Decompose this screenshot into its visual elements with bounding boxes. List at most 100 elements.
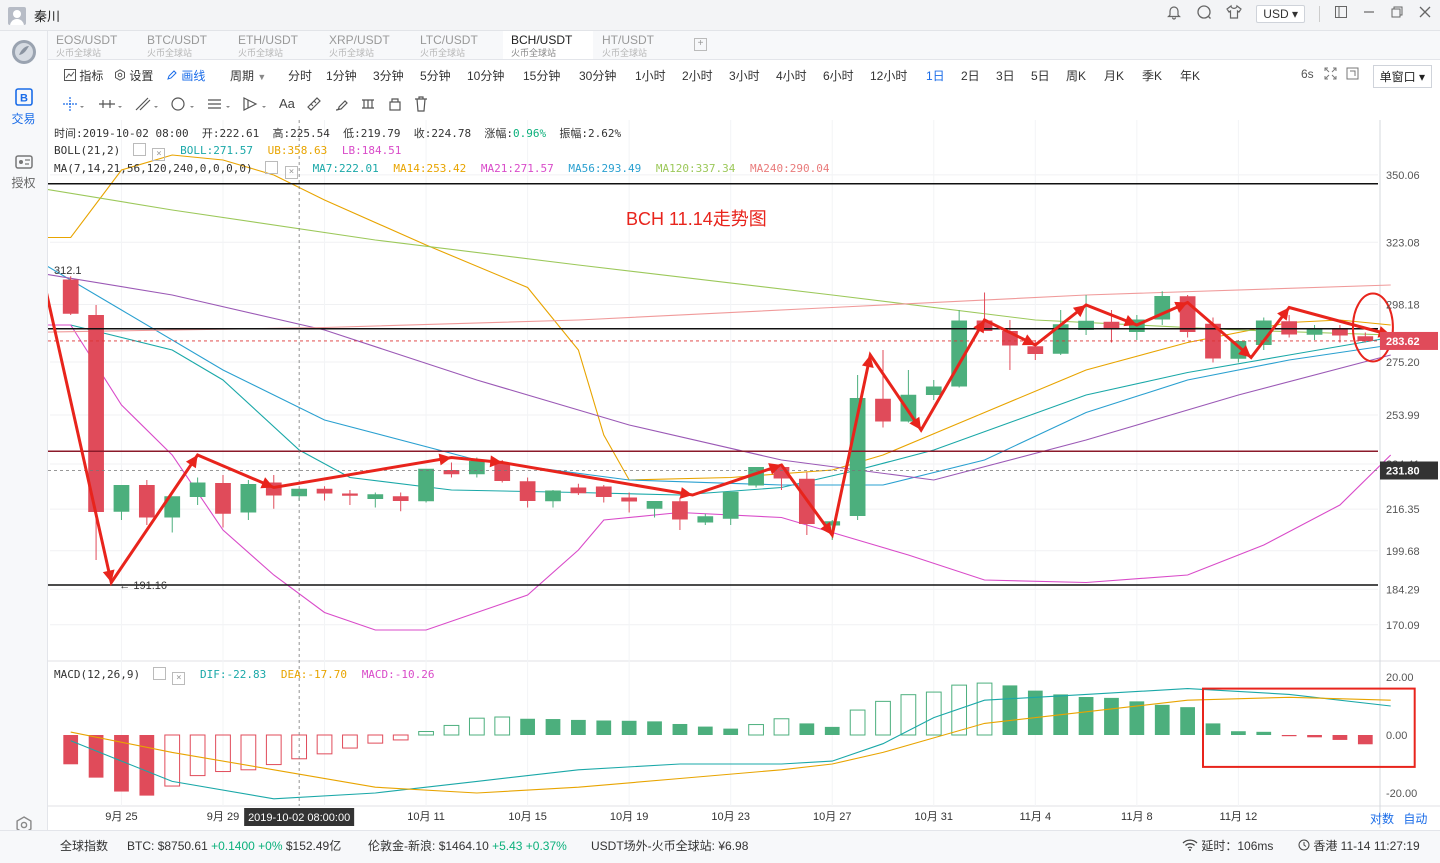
macd-bar xyxy=(951,684,968,736)
settings-button[interactable]: 设置 xyxy=(114,67,153,84)
wifi-icon xyxy=(1182,839,1198,851)
indicator-button[interactable]: 指标 xyxy=(64,67,103,84)
gold-ticker[interactable]: 伦敦金-新浪: $1464.10 +5.43 +0.37% xyxy=(368,837,567,854)
avatar[interactable] xyxy=(8,6,26,25)
period-option[interactable]: 周K xyxy=(1066,67,1086,84)
period-option[interactable]: 3小时 xyxy=(729,67,760,84)
horizontal-line-icon[interactable] xyxy=(98,96,124,115)
skin-icon[interactable] xyxy=(1226,4,1243,24)
text-tool[interactable]: Aa xyxy=(279,96,295,111)
boll-lb-value: LB:184.51 xyxy=(341,144,402,157)
period-option[interactable]: 年K xyxy=(1180,67,1200,84)
period-option[interactable]: 30分钟 xyxy=(579,67,616,84)
minimize-icon[interactable] xyxy=(1362,5,1376,23)
candle-body xyxy=(316,488,333,494)
add-tab-button[interactable]: + xyxy=(694,38,707,51)
server-time: 香港 11-14 11:27:19 xyxy=(1298,837,1420,854)
close-value: 224.78 xyxy=(431,127,472,140)
period-option[interactable]: 分时 xyxy=(288,67,312,84)
indicator-settings-icon[interactable] xyxy=(152,667,166,680)
usdt-price: ¥6.98 xyxy=(718,839,749,853)
user-info[interactable]: 秦川 xyxy=(8,6,60,25)
window-mode-select[interactable]: 单窗口 ▾ xyxy=(1372,65,1432,88)
refresh-rate[interactable]: 6s xyxy=(1301,67,1314,81)
indicator-settings-icon[interactable] xyxy=(132,143,146,156)
screenshot-icon[interactable] xyxy=(1346,67,1359,83)
indicator-close-icon[interactable]: × xyxy=(172,672,186,685)
draw-button[interactable]: 画线 xyxy=(166,67,205,84)
indicator-close-icon[interactable]: × xyxy=(284,166,298,179)
fullscreen-icon[interactable] xyxy=(1324,67,1337,83)
trend-line-icon[interactable] xyxy=(134,96,160,115)
close-icon[interactable] xyxy=(1418,5,1432,23)
period-option[interactable]: 6小时 xyxy=(823,67,854,84)
gold-change: +5.43 +0.37% xyxy=(492,839,567,853)
sidebar-item-trade[interactable]: B 交易 xyxy=(0,87,47,127)
period-option[interactable]: 5日 xyxy=(1031,67,1050,84)
crosshair-icon[interactable] xyxy=(62,96,84,115)
period-option[interactable]: 10分钟 xyxy=(467,67,504,84)
tab-ht-usdt[interactable]: HT/USDT 火币全球站 xyxy=(594,31,684,59)
candle-body xyxy=(215,483,231,514)
indicator-close-icon[interactable]: × xyxy=(152,148,166,161)
period-option[interactable]: 5分钟 xyxy=(420,67,451,84)
magnet-icon[interactable] xyxy=(360,96,376,115)
macd-bar xyxy=(900,694,917,736)
indicator-settings-icon[interactable] xyxy=(265,161,279,174)
tab-bch-usdt[interactable]: BCH/USDT 火币全球站 xyxy=(503,31,593,59)
period-option[interactable]: 3日 xyxy=(996,67,1015,84)
date-tick-label: 10月 27 xyxy=(813,811,852,823)
global-index-label[interactable]: 全球指数 xyxy=(60,837,108,854)
period-option[interactable]: 15分钟 xyxy=(523,67,560,84)
gold-label: 伦敦金-新浪: xyxy=(368,839,436,853)
period-option[interactable]: 2日 xyxy=(961,67,980,84)
time-value: 2019-10-02 08:00 xyxy=(82,127,189,140)
pin-window-icon[interactable] xyxy=(1334,5,1348,23)
period-option[interactable]: 季K xyxy=(1142,67,1162,84)
macd-bar xyxy=(849,709,866,736)
ma21-value: MA21:271.57 xyxy=(480,162,554,175)
latency-status: 延时：106ms xyxy=(1182,837,1273,854)
tab-btc-usdt[interactable]: BTC/USDT 火币全球站 xyxy=(139,31,229,59)
period-option[interactable]: 4小时 xyxy=(776,67,807,84)
ma56-line xyxy=(48,265,1391,486)
restore-icon[interactable] xyxy=(1390,5,1404,23)
period-option[interactable]: 1分钟 xyxy=(326,67,357,84)
period-option[interactable]: 12小时 xyxy=(870,67,907,84)
period-option[interactable]: 月K xyxy=(1104,67,1124,84)
ma-name[interactable]: MA(7,14,21,56,120,240,0,0,0,0) xyxy=(54,162,253,175)
tab-pair: BTC/USDT xyxy=(147,33,207,47)
low-value: 219.79 xyxy=(360,127,401,140)
price-tick-label: 275.20 xyxy=(1386,357,1420,369)
tab-eth-usdt[interactable]: ETH/USDT 火币全球站 xyxy=(230,31,320,59)
shape-circle-icon[interactable] xyxy=(170,96,196,115)
chat-icon[interactable] xyxy=(1196,4,1212,24)
tab-ltc-usdt[interactable]: LTC/USDT 火币全球站 xyxy=(412,31,502,59)
boll-name[interactable]: BOLL(21,2) xyxy=(54,144,120,157)
macd-bar xyxy=(88,735,104,778)
fibonacci-icon[interactable] xyxy=(206,96,232,115)
auto-scale-button[interactable]: 自动 xyxy=(1403,812,1427,826)
pattern-icon[interactable] xyxy=(242,96,268,115)
period-option[interactable]: 1小时 xyxy=(635,67,666,84)
btc-ticker[interactable]: BTC: $8750.61 +0.1400 +0% $152.49亿 xyxy=(127,837,341,854)
lock-icon[interactable] xyxy=(388,96,402,115)
region-time: 香港 11-14 11:27:19 xyxy=(1313,839,1420,853)
period-dropdown[interactable]: 周期 ▼ xyxy=(230,67,266,84)
period-option[interactable]: 1日 xyxy=(926,67,945,84)
currency-select[interactable]: USD ▾ xyxy=(1256,5,1305,23)
period-option[interactable]: 3分钟 xyxy=(373,67,404,84)
trash-icon[interactable] xyxy=(414,96,428,115)
macd-name[interactable]: MACD(12,26,9) xyxy=(54,668,140,681)
ruler-icon[interactable] xyxy=(306,96,322,115)
boll-ub-value: UB:358.63 xyxy=(267,144,328,157)
usdt-ticker[interactable]: USDT场外-火币全球站: ¥6.98 xyxy=(591,837,748,854)
tab-eos-usdt[interactable]: EOS/USDT 火币全球站 xyxy=(48,31,138,59)
tab-xrp-usdt[interactable]: XRP/USDT 火币全球站 xyxy=(321,31,411,59)
sidebar-item-auth[interactable]: 授权 xyxy=(0,153,47,191)
bell-icon[interactable] xyxy=(1166,4,1182,24)
period-option[interactable]: 2小时 xyxy=(682,67,713,84)
sidebar: B 交易 授权 xyxy=(0,31,48,862)
log-scale-button[interactable]: 对数 xyxy=(1370,812,1394,826)
brush-icon[interactable] xyxy=(334,96,350,115)
